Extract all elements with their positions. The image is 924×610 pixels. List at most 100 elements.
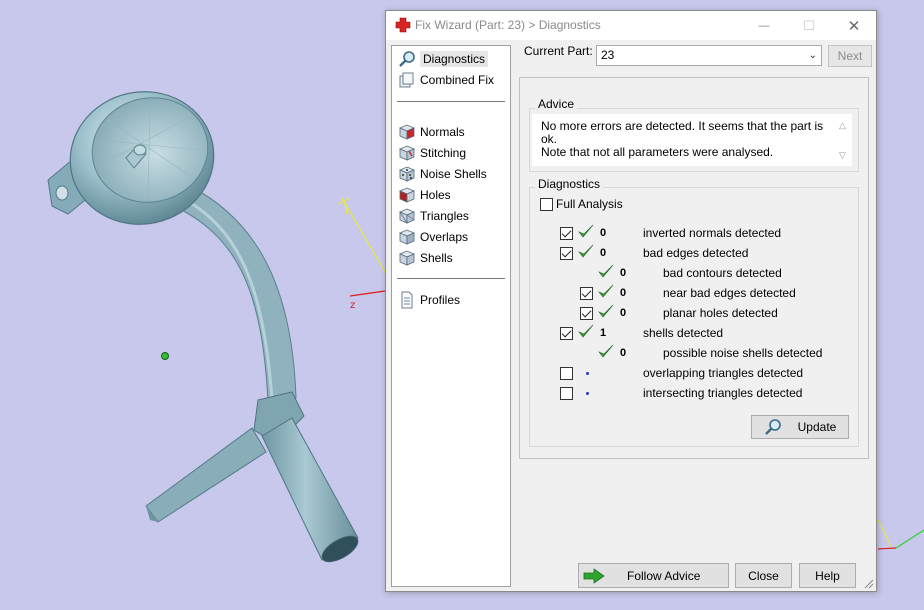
nav-item-noise-shells[interactable]: Noise Shells xyxy=(398,164,487,184)
nav-label: Combined Fix xyxy=(420,73,495,87)
nav-item-overlaps[interactable]: Overlaps xyxy=(398,227,468,247)
axis-fragment-green xyxy=(895,529,924,549)
help-button[interactable]: Help xyxy=(799,563,856,588)
diagnostic-label: planar holes detected xyxy=(663,306,778,320)
diagnostic-label: inverted normals detected xyxy=(643,226,782,240)
nav-label: Profiles xyxy=(420,293,461,307)
green-checkmark-icon xyxy=(598,284,614,298)
diagnostic-checkbox[interactable] xyxy=(560,247,573,260)
current-part-label: Current Part: xyxy=(524,44,593,58)
full-analysis-label: Full Analysis xyxy=(556,197,623,211)
green-checkmark-icon xyxy=(598,264,614,278)
window-title: Fix Wizard (Part: 23) > Diagnostics xyxy=(415,18,601,32)
diagnostic-label: bad edges detected xyxy=(643,246,749,260)
diagnostic-count: 0 xyxy=(600,227,607,239)
diagnostic-label: possible noise shells detected xyxy=(663,346,823,360)
resize-grip-icon[interactable] xyxy=(864,579,874,589)
nav-divider xyxy=(397,278,505,279)
green-checkmark-icon xyxy=(578,244,594,258)
current-part-select[interactable]: 23 ⌄ xyxy=(596,45,822,66)
diagnostic-checkbox[interactable] xyxy=(560,367,573,380)
title-bar[interactable]: Fix Wizard (Part: 23) > Diagnostics — ☐ … xyxy=(386,11,876,40)
advice-line-2: Note that not all parameters were analys… xyxy=(541,145,774,159)
nav-label: Overlaps xyxy=(420,230,469,244)
nav-item-normals[interactable]: Normals xyxy=(398,122,465,142)
update-button[interactable]: Update xyxy=(751,415,849,439)
diagnostic-label: intersecting triangles detected xyxy=(643,386,803,400)
nav-label: Stitching xyxy=(420,146,467,160)
scroll-down-icon[interactable]: ▽ xyxy=(839,150,846,161)
nav-label: Shells xyxy=(420,251,453,265)
minimize-icon: — xyxy=(758,19,770,32)
nav-divider xyxy=(397,101,505,102)
diagnostic-label: near bad edges detected xyxy=(663,286,796,300)
nav-label: Holes xyxy=(420,188,451,202)
current-part-value: 23 xyxy=(601,48,615,62)
green-checkmark-icon xyxy=(598,344,614,358)
diagnostic-checkbox[interactable] xyxy=(580,287,593,300)
nav-item-shells[interactable]: Shells xyxy=(398,248,453,268)
cube-stitch-icon xyxy=(398,145,416,161)
wizard-nav: Diagnostics Combined Fix Normals Stitchi… xyxy=(391,45,511,587)
close-icon: ✕ xyxy=(847,17,861,35)
nav-label: Diagnostics xyxy=(420,51,489,67)
scroll-up-icon[interactable]: △ xyxy=(839,120,846,131)
next-button[interactable]: Next xyxy=(828,45,872,67)
nav-item-diagnostics[interactable]: Diagnostics xyxy=(398,49,489,69)
magnifier-icon xyxy=(764,419,781,435)
nav-item-holes[interactable]: Holes xyxy=(398,185,451,205)
minimize-button[interactable]: — xyxy=(741,11,787,40)
nav-label: Normals xyxy=(420,125,465,139)
cube-overlap-icon xyxy=(398,229,416,245)
diagnostic-count: 0 xyxy=(620,307,627,319)
diagnostic-count: 0 xyxy=(620,287,627,299)
chevron-down-icon: ⌄ xyxy=(808,50,817,61)
fix-wizard-dialog: Fix Wizard (Part: 23) > Diagnostics — ☐ … xyxy=(385,10,877,592)
follow-advice-button[interactable]: Follow Advice xyxy=(578,563,729,588)
diagnostic-checkbox[interactable] xyxy=(560,327,573,340)
diagnostic-checkbox[interactable] xyxy=(560,387,573,400)
nav-label: Triangles xyxy=(420,209,469,223)
help-button-label: Help xyxy=(815,568,840,583)
follow-advice-label: Follow Advice xyxy=(627,568,701,583)
pending-dot-icon xyxy=(586,392,589,395)
diagnostic-checkbox[interactable] xyxy=(560,227,573,240)
nav-item-combined-fix[interactable]: Combined Fix xyxy=(398,70,494,90)
advice-scrollbar[interactable]: △ ▽ xyxy=(835,114,852,166)
close-button[interactable]: Close xyxy=(735,563,792,588)
next-button-label: Next xyxy=(837,49,863,63)
pivot-point xyxy=(161,352,169,360)
diagnostic-count: 0 xyxy=(620,267,627,279)
diagnostic-count: 1 xyxy=(600,327,607,339)
magnifier-icon xyxy=(399,51,415,67)
update-button-label: Update xyxy=(797,420,837,434)
close-button-label: Close xyxy=(748,568,779,583)
cube-red-face-icon xyxy=(398,124,416,140)
cube-shell-icon xyxy=(398,250,416,266)
advice-text: No more errors are detected. It seems th… xyxy=(541,120,831,159)
maximize-icon: ☐ xyxy=(803,17,815,33)
3d-model[interactable] xyxy=(47,78,362,566)
z-axis-label: z xyxy=(350,300,355,311)
y-axis-marker xyxy=(337,197,351,215)
diagnostic-label: shells detected xyxy=(643,326,724,340)
close-window-button[interactable]: ✕ xyxy=(831,11,877,40)
diagnostics-title: Diagnostics xyxy=(535,177,604,191)
stacked-pages-icon xyxy=(399,72,414,88)
diagnostic-checkbox[interactable] xyxy=(580,307,593,320)
maximize-button[interactable]: ☐ xyxy=(786,11,832,40)
axis-fragment-yellow xyxy=(877,519,893,549)
nav-item-profiles[interactable]: Profiles xyxy=(398,290,460,310)
cube-triangles-icon xyxy=(398,208,416,224)
advice-line-1: No more errors are detected. It seems th… xyxy=(541,119,824,146)
nav-item-triangles[interactable]: Triangles xyxy=(398,206,469,226)
nav-item-stitching[interactable]: Stitching xyxy=(398,143,466,163)
diagnostic-label: bad contours detected xyxy=(663,266,782,280)
red-cross-icon xyxy=(395,17,411,33)
pending-dot-icon xyxy=(586,372,589,375)
green-checkmark-icon xyxy=(598,304,614,318)
nav-label: Noise Shells xyxy=(420,167,487,181)
diagnostic-count: 0 xyxy=(620,347,627,359)
cube-dots-icon xyxy=(398,166,416,182)
full-analysis-checkbox[interactable] xyxy=(540,198,553,211)
